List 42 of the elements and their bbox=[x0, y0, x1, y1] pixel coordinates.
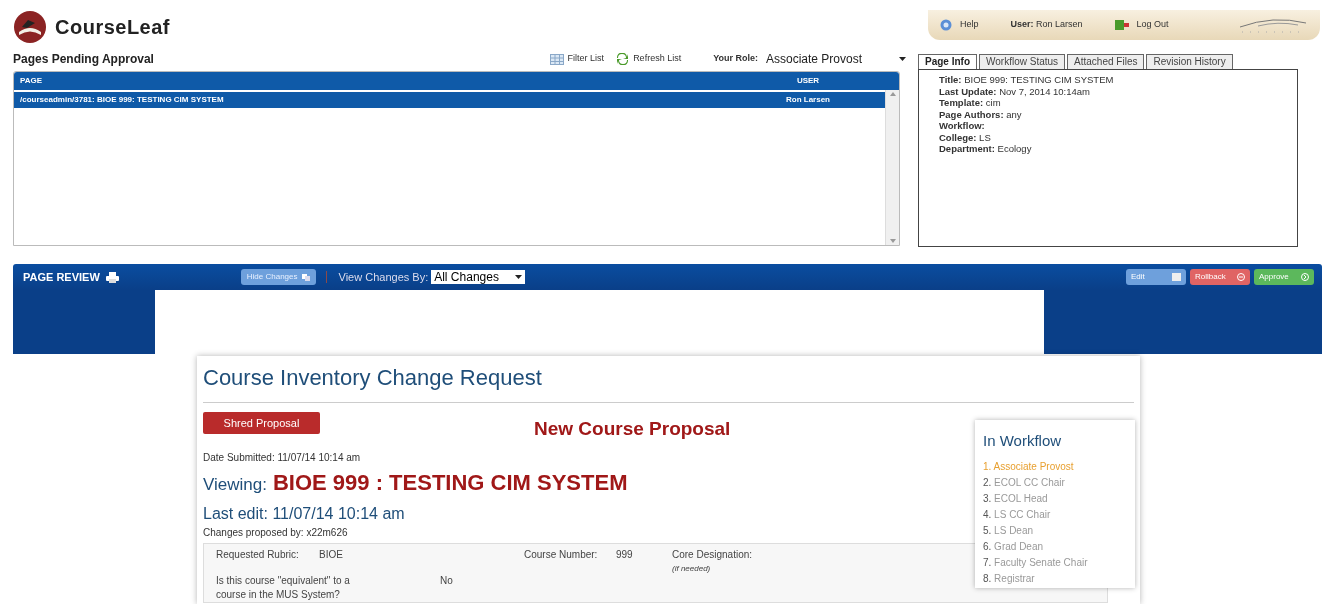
last-edit: Last edit: 11/07/14 10:14 am bbox=[203, 503, 405, 523]
panel-title: PAGE REVIEW bbox=[22, 269, 100, 285]
field-label: Requested Rubric: bbox=[216, 547, 300, 562]
workflow-step: 7. Faculty Senate Chair bbox=[983, 554, 1135, 571]
workflow-title: In Workflow bbox=[983, 431, 1063, 451]
viewing-label: Viewing: bbox=[203, 473, 267, 496]
workflow-step: 6. Grad Dean bbox=[983, 538, 1135, 555]
field-value: 999 bbox=[616, 548, 633, 560]
workflow-step: 2. ECOL CC Chair bbox=[983, 474, 1135, 491]
field-value: BIOE bbox=[319, 548, 343, 560]
section-title: Pages Pending Approval bbox=[13, 51, 154, 68]
info-line: Department: Ecology bbox=[939, 143, 1033, 155]
form-title: Course Inventory Change Request bbox=[203, 364, 542, 392]
info-line: Last Update: Nov 7, 2014 10:14am bbox=[939, 85, 1092, 97]
table-cell-text: /courseadmin/3781: BIOE 999: TESTING CIM SYSTEM bbox=[19, 94, 225, 106]
info-line: Page Authors: any bbox=[939, 108, 1023, 120]
proposal-type: New Course Proposal bbox=[534, 417, 731, 441]
changes-proposed-by: Changes proposed by: x22m626 bbox=[203, 525, 348, 539]
view-changes-label: View Changes By: bbox=[338, 269, 429, 285]
column-header: PAGE bbox=[19, 75, 44, 87]
workflow-step: 1. Associate Provost bbox=[983, 458, 1135, 475]
field-label: Core Designation: bbox=[672, 547, 754, 562]
user-name: Ron Larsen bbox=[1036, 19, 1083, 30]
date-submitted: Date Submitted: 11/07/14 10:14 am bbox=[203, 450, 361, 464]
field-label: Course Number: bbox=[524, 547, 599, 562]
user-label: User: bbox=[1010, 19, 1034, 30]
field-value: No bbox=[440, 574, 453, 586]
table-cell-text: Ron Larsen bbox=[785, 94, 831, 106]
workflow-step: 5. LS Dean bbox=[983, 522, 1135, 539]
info-line: Workflow: bbox=[939, 120, 986, 132]
info-line: Title: BIOE 999: TESTING CIM SYSTEM bbox=[939, 74, 1115, 86]
app-title: CourseLeaf bbox=[55, 15, 171, 40]
role-label: Your Role: bbox=[713, 52, 758, 66]
course-title: BIOE 999 : TESTING CIM SYSTEM bbox=[272, 469, 628, 496]
field-label: Is this course "equivalent" to a course in the MUS System? bbox=[216, 573, 351, 602]
workflow-step: 3. ECOL Head bbox=[983, 490, 1135, 507]
info-line: College: LS bbox=[939, 131, 992, 143]
field-hint: (if needed) bbox=[672, 562, 712, 575]
column-header: USER bbox=[795, 75, 821, 87]
workflow-step: 8. Registrar bbox=[983, 570, 1135, 587]
workflow-step: 4. LS CC Chair bbox=[983, 506, 1135, 523]
info-line: Template: cim bbox=[939, 97, 1002, 109]
